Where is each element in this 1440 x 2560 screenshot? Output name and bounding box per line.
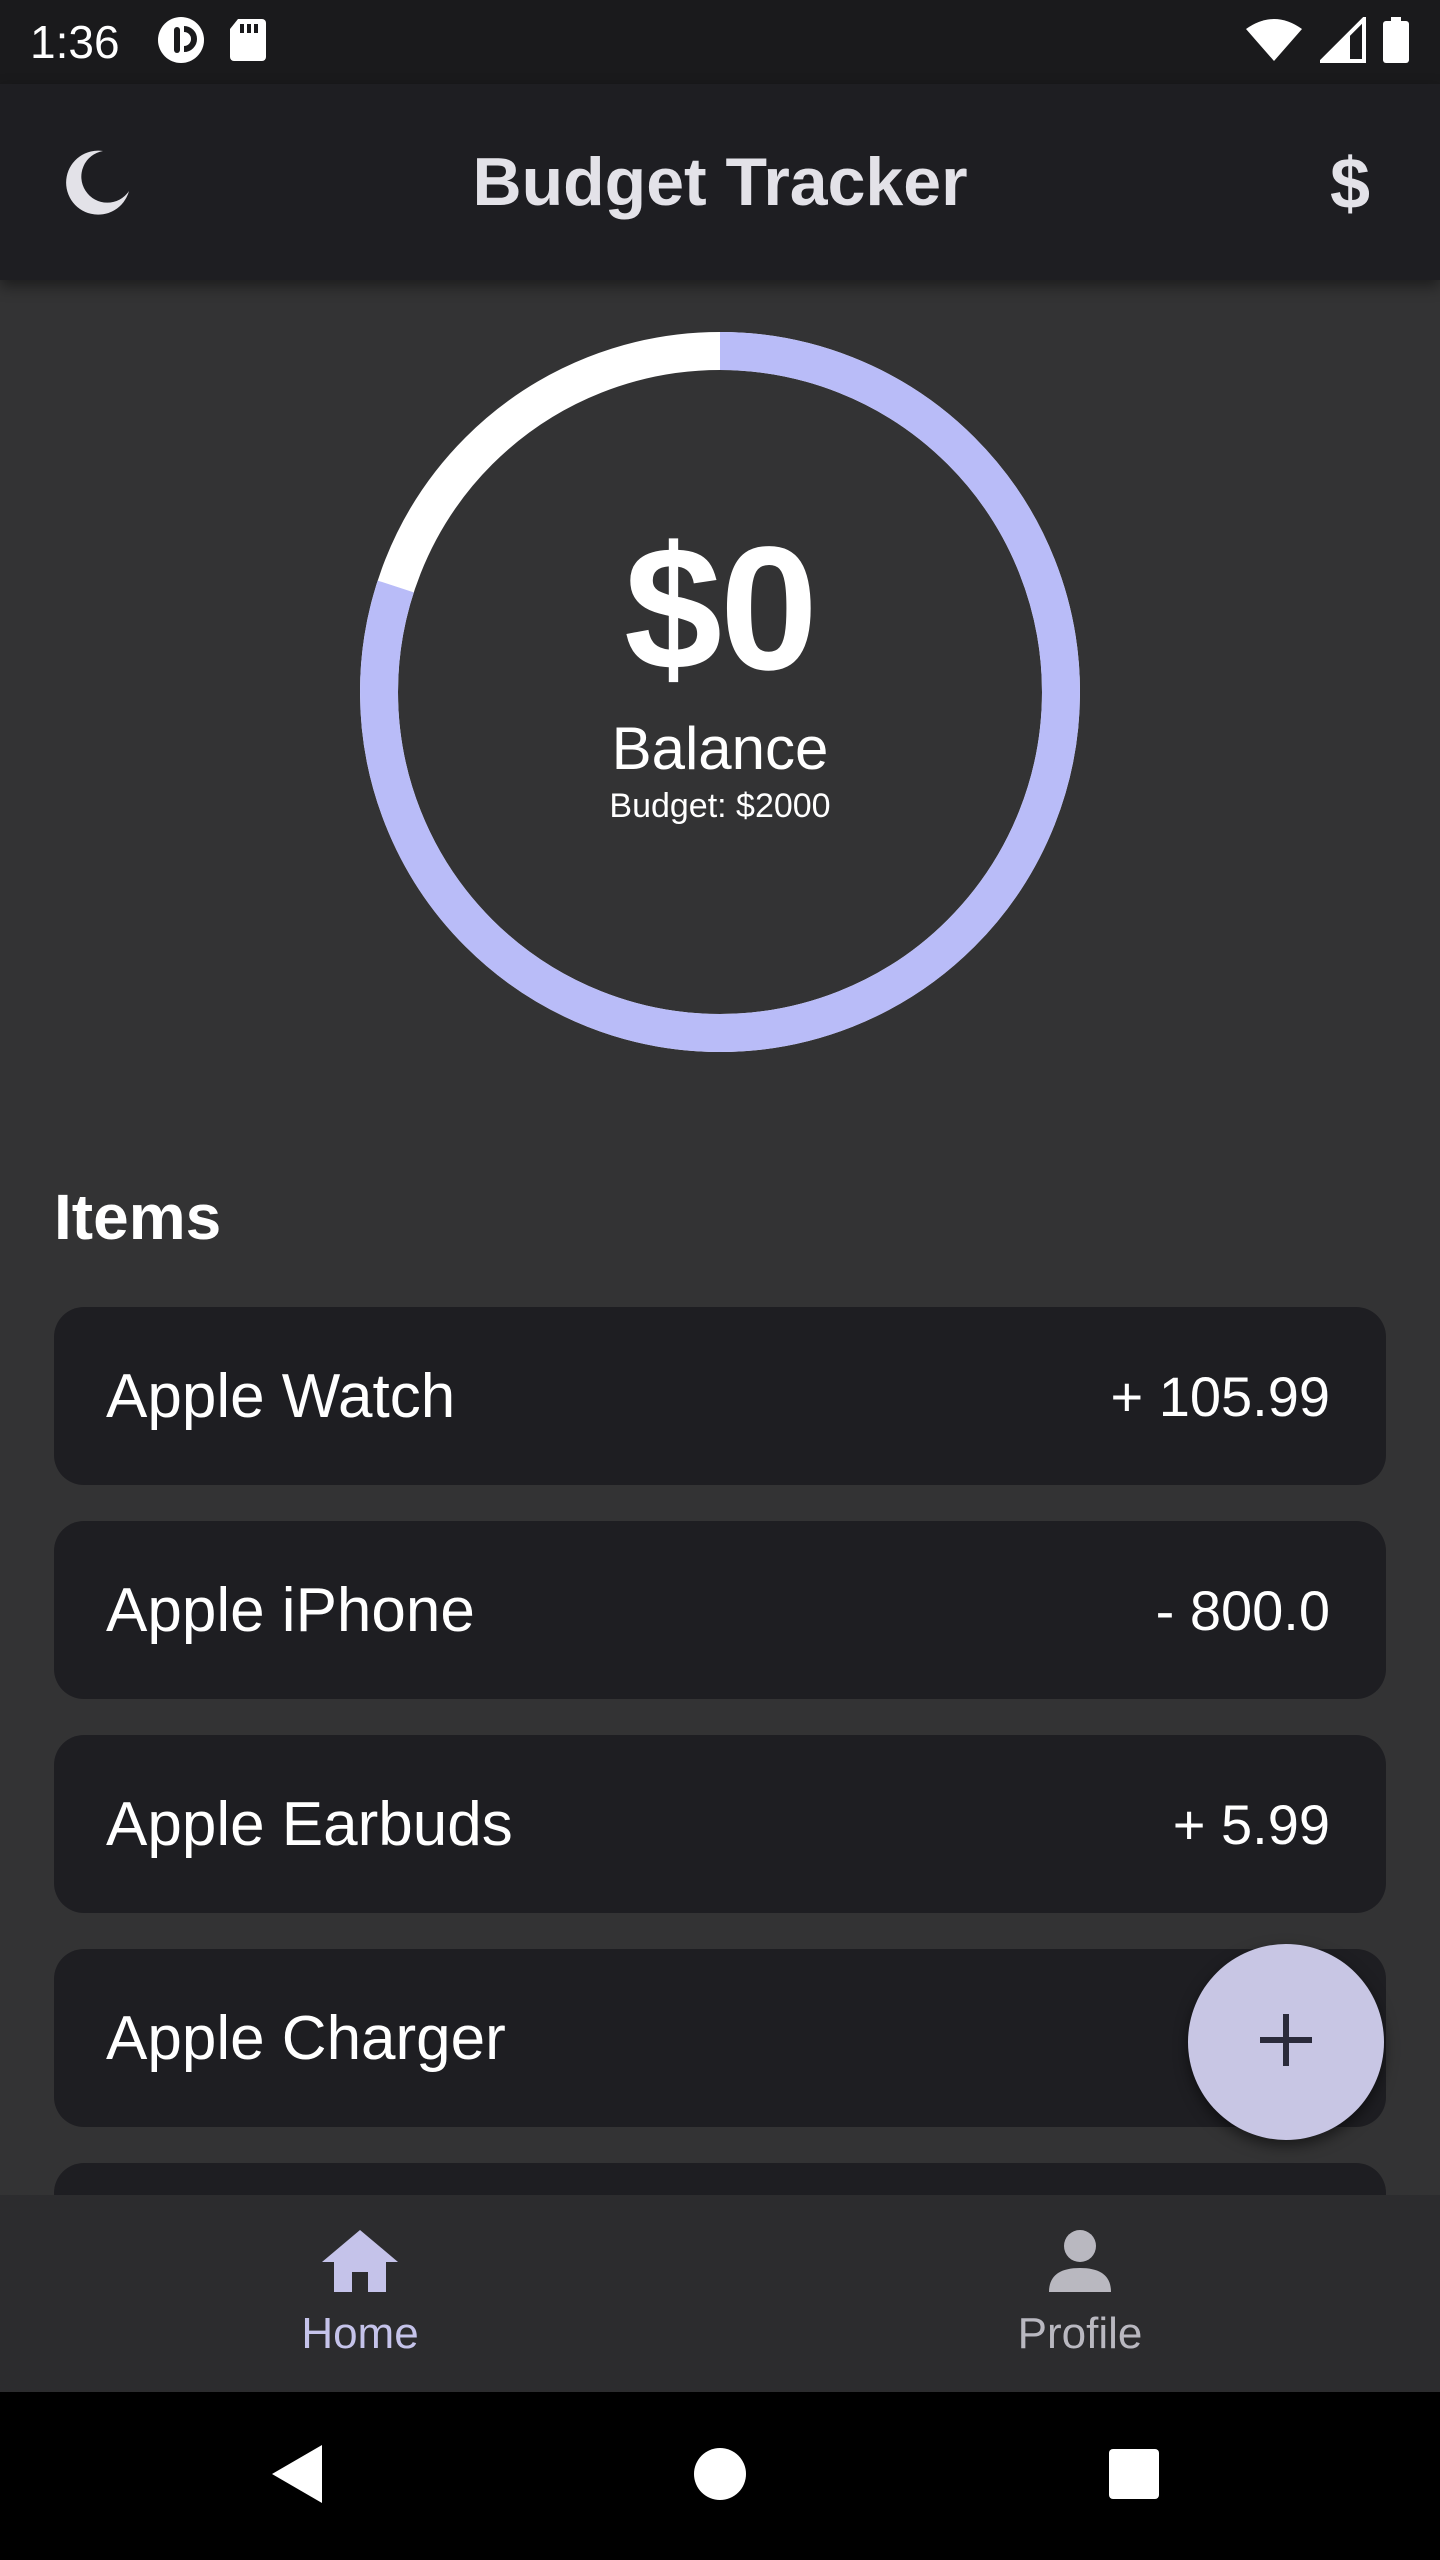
list-item[interactable]: Apple Charger xyxy=(54,1949,1386,2127)
balance-ring: $0 Balance Budget: $2000 xyxy=(358,330,1082,1054)
recents-button[interactable] xyxy=(1094,2436,1174,2516)
items-list: Apple Watch + 105.99 Apple iPhone - 800.… xyxy=(54,1307,1386,2195)
nav-label-profile: Profile xyxy=(1017,2309,1143,2358)
list-item[interactable]: Apple Watch + 105.99 xyxy=(54,1307,1386,1485)
plus-icon xyxy=(1256,2010,1316,2074)
nav-item-profile[interactable]: Profile xyxy=(720,2195,1440,2392)
balance-amount: $0 xyxy=(624,511,818,707)
bottom-nav: Home Profile xyxy=(0,2195,1440,2392)
battery-icon xyxy=(1382,17,1410,67)
items-heading: Items xyxy=(54,1181,222,1253)
wifi-icon xyxy=(1244,17,1304,67)
recents-icon xyxy=(1106,2446,1162,2506)
item-name: Apple iPhone xyxy=(106,1575,475,1645)
add-item-button[interactable] xyxy=(1188,1944,1384,2140)
sd-card-icon xyxy=(228,17,268,67)
item-name: Apple Watch xyxy=(106,1361,456,1431)
home-system-button[interactable] xyxy=(680,2436,760,2516)
list-item[interactable]: Apple Earbuds + 5.99 xyxy=(54,1735,1386,1913)
budget-text: Budget: $2000 xyxy=(609,787,831,825)
status-bar: 1:36 xyxy=(0,0,1440,84)
item-amount: + 5.99 xyxy=(1172,1792,1330,1856)
person-icon xyxy=(1045,2228,1115,2299)
status-right-icons xyxy=(1244,14,1410,67)
balance-label: Balance xyxy=(611,715,829,782)
home-icon xyxy=(320,2228,400,2299)
status-time: 1:36 xyxy=(30,16,120,68)
status-left-icons xyxy=(156,15,268,69)
app-title: Budget Tracker xyxy=(472,144,968,220)
home-circle-icon xyxy=(692,2446,748,2506)
nav-label-home: Home xyxy=(301,2309,419,2358)
record-icon xyxy=(156,15,206,69)
moon-icon xyxy=(63,147,133,221)
back-button[interactable] xyxy=(258,2436,338,2516)
app-bar: Budget Tracker $ xyxy=(0,84,1440,280)
list-item[interactable]: Apple iPhone - 800.0 xyxy=(54,1521,1386,1699)
item-amount: + 105.99 xyxy=(1110,1364,1330,1428)
item-name: Apple Earbuds xyxy=(106,1789,513,1859)
signal-icon xyxy=(1317,14,1366,67)
system-nav xyxy=(0,2392,1440,2560)
back-icon xyxy=(268,2441,328,2511)
item-name: Apple Charger xyxy=(106,2003,506,2073)
list-item[interactable] xyxy=(54,2163,1386,2195)
item-amount: - 800.0 xyxy=(1155,1578,1330,1642)
currency-button[interactable]: $ xyxy=(1300,134,1400,234)
ring-center: $0 Balance Budget: $2000 xyxy=(358,330,1082,1054)
theme-toggle-button[interactable] xyxy=(58,144,138,224)
nav-item-home[interactable]: Home xyxy=(0,2195,720,2392)
